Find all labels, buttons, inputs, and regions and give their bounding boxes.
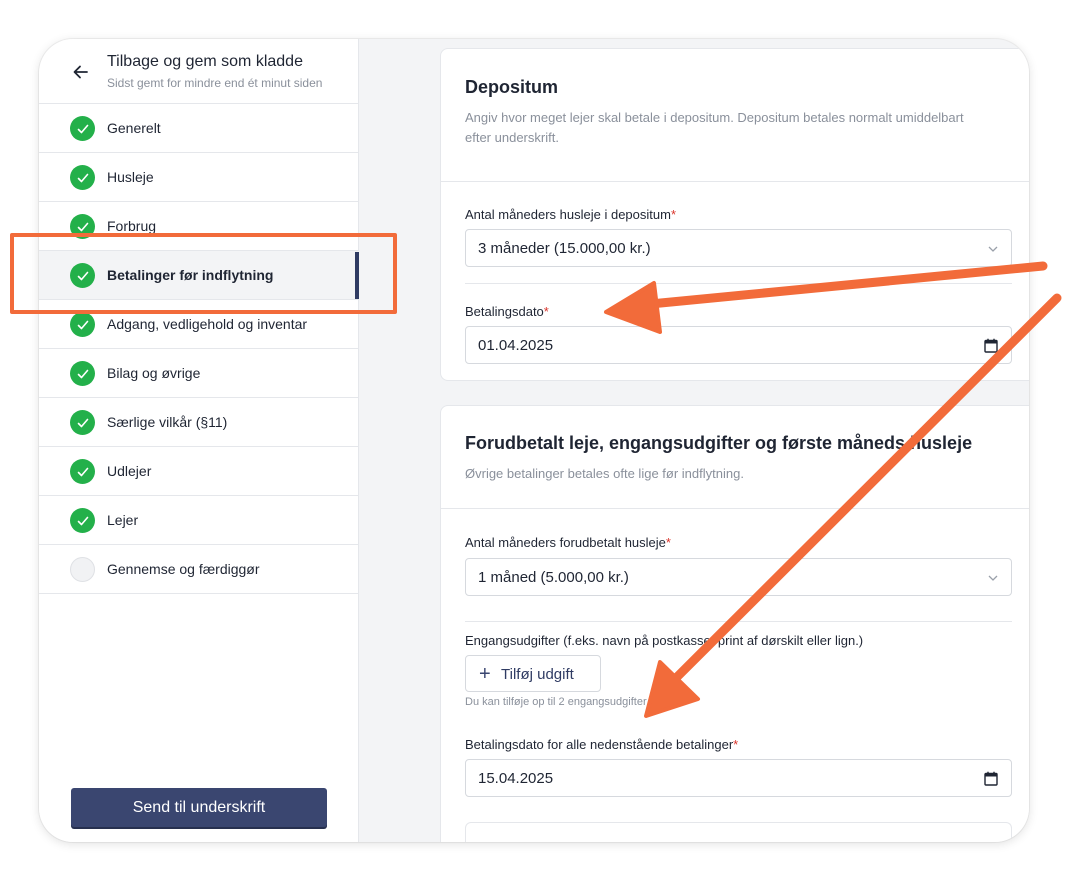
nav-item-generelt[interactable]: Generelt bbox=[39, 104, 359, 153]
add-expense-label: Tilføj udgift bbox=[501, 666, 574, 683]
check-circle-icon bbox=[70, 361, 95, 386]
nav-item-bilag[interactable]: Bilag og øvrige bbox=[39, 349, 359, 398]
plus-icon: + bbox=[479, 663, 491, 685]
nav-label: Betalinger før indflytning bbox=[107, 267, 274, 283]
payment-date-input[interactable]: 15.04.2025 bbox=[465, 759, 1012, 797]
check-circle-icon bbox=[70, 116, 95, 141]
deposit-title: Depositum bbox=[465, 77, 559, 97]
nav-item-udlejer[interactable]: Udlejer bbox=[39, 447, 359, 496]
empty-circle-icon bbox=[70, 557, 95, 582]
prepaid-months-select[interactable]: 1 måned (5.000,00 kr.) bbox=[465, 558, 1012, 596]
nav-label: Særlige vilkår (§11) bbox=[107, 414, 228, 430]
add-expense-hint: Du kan tilføje op til 2 engangsudgifter bbox=[465, 696, 647, 708]
payment-date-label: Betalingsdato for alle nedenstående beta… bbox=[465, 737, 739, 752]
deposit-date-input[interactable]: 01.04.2025 bbox=[465, 326, 1012, 364]
calendar-icon[interactable] bbox=[984, 338, 998, 353]
deposit-header: Depositum Angiv hvor meget lejer skal be… bbox=[441, 49, 1029, 182]
prepaid-header: Forudbetalt leje, engangsudgifter og før… bbox=[441, 406, 1029, 509]
nav-label: Udlejer bbox=[107, 463, 152, 479]
active-indicator bbox=[355, 252, 359, 299]
arrow-left-icon[interactable] bbox=[70, 61, 92, 83]
nav-label: Bilag og øvrige bbox=[107, 365, 201, 381]
nav-label: Forbrug bbox=[107, 218, 157, 234]
check-circle-icon bbox=[70, 508, 95, 533]
sidebar: Tilbage og gem som kladde Sidst gemt for… bbox=[39, 39, 359, 842]
nav-item-adgang[interactable]: Adgang, vedligehold og inventar bbox=[39, 300, 359, 349]
deposit-date-label: Betalingsdato* bbox=[465, 304, 549, 319]
prepaid-card: Forudbetalt leje, engangsudgifter og før… bbox=[440, 405, 1029, 842]
field-divider bbox=[465, 283, 1012, 284]
save-status: Sidst gemt for mindre end ét minut siden bbox=[107, 76, 323, 90]
nav-label: Adgang, vedligehold og inventar bbox=[107, 316, 308, 332]
chevron-down-icon bbox=[988, 246, 998, 252]
deposit-description: Angiv hvor meget lejer skal betale i dep… bbox=[465, 110, 964, 145]
select-value: 1 måned (5.000,00 kr.) bbox=[478, 569, 629, 586]
prepaid-months-label: Antal måneders forudbetalt husleje* bbox=[465, 535, 671, 550]
app-window: Tilbage og gem som kladde Sidst gemt for… bbox=[39, 39, 1029, 842]
chevron-down-icon bbox=[988, 575, 998, 581]
send-to-signature-button[interactable]: Send til underskrift bbox=[71, 788, 327, 827]
field-divider bbox=[465, 621, 1012, 622]
nav-label: Lejer bbox=[107, 512, 139, 528]
check-circle-icon bbox=[70, 312, 95, 337]
nav-label: Gennemse og færdiggør bbox=[107, 561, 260, 577]
nav-label: Generelt bbox=[107, 120, 161, 136]
calendar-icon[interactable] bbox=[984, 771, 998, 786]
check-circle-icon bbox=[70, 263, 95, 288]
deposit-card: Depositum Angiv hvor meget lejer skal be… bbox=[440, 48, 1029, 381]
back-header[interactable]: Tilbage og gem som kladde Sidst gemt for… bbox=[39, 39, 359, 104]
check-circle-icon bbox=[70, 214, 95, 239]
nav-item-saerlige-vilkaar[interactable]: Særlige vilkår (§11) bbox=[39, 398, 359, 447]
nav-item-gennemse[interactable]: Gennemse og færdiggør bbox=[39, 545, 359, 594]
add-expense-button[interactable]: + Tilføj udgift bbox=[465, 655, 601, 692]
check-circle-icon bbox=[70, 459, 95, 484]
prepaid-title: Forudbetalt leje, engangsudgifter og før… bbox=[465, 433, 973, 453]
nav-item-betalinger[interactable]: Betalinger før indflytning bbox=[39, 251, 359, 300]
date-value: 15.04.2025 bbox=[478, 770, 554, 787]
back-title[interactable]: Tilbage og gem som kladde bbox=[107, 53, 303, 71]
nav-item-husleje[interactable]: Husleje bbox=[39, 153, 359, 202]
prepaid-description: Øvrige betalinger betales ofte lige før … bbox=[465, 466, 744, 481]
select-value: 3 måneder (15.000,00 kr.) bbox=[478, 240, 651, 257]
deposit-months-select[interactable]: 3 måneder (15.000,00 kr.) bbox=[465, 229, 1012, 267]
nav-item-forbrug[interactable]: Forbrug bbox=[39, 202, 359, 251]
deposit-months-label: Antal måneders husleje i depositum* bbox=[465, 207, 677, 222]
date-value: 01.04.2025 bbox=[478, 337, 554, 354]
nav-item-lejer[interactable]: Lejer bbox=[39, 496, 359, 545]
step-nav: Generelt Husleje Forbrug Betalinger før … bbox=[39, 104, 359, 594]
check-circle-icon bbox=[70, 165, 95, 190]
one-time-costs-label: Engangsudgifter (f.eks. navn på postkass… bbox=[465, 633, 864, 648]
check-circle-icon bbox=[70, 410, 95, 435]
nav-label: Husleje bbox=[107, 169, 154, 185]
payments-list-box bbox=[465, 822, 1012, 842]
